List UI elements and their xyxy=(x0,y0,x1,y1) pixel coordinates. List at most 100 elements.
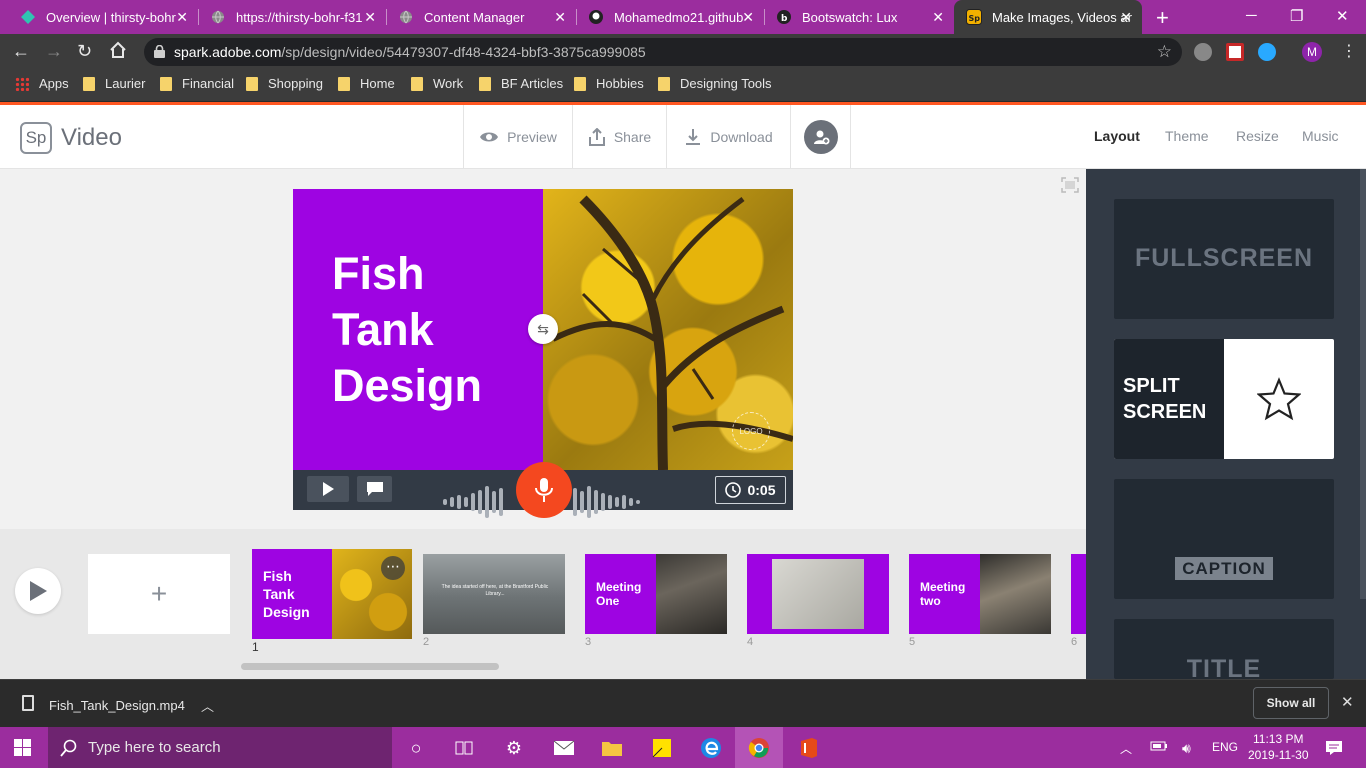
tab-music[interactable]: Music xyxy=(1302,128,1339,144)
invite-collaborator-button[interactable] xyxy=(790,105,851,169)
extension-icon[interactable] xyxy=(1226,43,1244,61)
search-icon xyxy=(60,739,77,757)
comment-button[interactable] xyxy=(357,476,392,502)
close-tab-icon[interactable]: ✕ xyxy=(742,9,754,26)
filmstrip-scrollbar[interactable] xyxy=(241,663,499,670)
show-all-button[interactable]: Show all xyxy=(1253,687,1329,719)
layout-fullscreen[interactable]: FULLSCREEN xyxy=(1114,199,1334,319)
profile-avatar[interactable]: M xyxy=(1302,42,1322,62)
volume-icon[interactable]: 🔊︎ xyxy=(1182,740,1191,757)
task-view-icon[interactable] xyxy=(452,736,476,760)
download-file-name[interactable]: Fish_Tank_Design.mp4 xyxy=(49,698,185,713)
tab-content-manager[interactable]: Content Manager ✕ xyxy=(386,0,576,34)
restore-icon[interactable]: ❐ xyxy=(1290,7,1303,25)
panel-scrollbar[interactable] xyxy=(1360,169,1366,599)
close-shelf-icon[interactable]: ✕ xyxy=(1341,693,1354,711)
slide-thumb[interactable]: The idea started off here, at the Brantf… xyxy=(423,554,565,634)
reload-icon[interactable]: ↻ xyxy=(77,41,92,61)
tab-theme[interactable]: Theme xyxy=(1165,128,1209,144)
taskbar-search[interactable]: Type here to search xyxy=(48,727,392,768)
tab-thirsty-bohr[interactable]: https://thirsty-bohr-f31 ✕ xyxy=(198,0,386,34)
battery-icon[interactable] xyxy=(1150,740,1168,755)
close-tab-icon[interactable]: ✕ xyxy=(364,9,376,26)
minimize-icon[interactable]: ─ xyxy=(1246,7,1257,24)
tab-bootswatch[interactable]: b Bootswatch: Lux ✕ xyxy=(764,0,954,34)
back-icon[interactable]: ← xyxy=(12,41,30,61)
slide-thumb[interactable]: Meeting two xyxy=(909,554,1051,634)
record-voice-button[interactable] xyxy=(516,462,572,518)
office-icon[interactable] xyxy=(797,736,821,760)
slide-text-panel[interactable]: Fish Tank Design xyxy=(293,189,543,470)
close-tab-icon[interactable]: ✕ xyxy=(176,9,188,26)
windows-start-icon[interactable] xyxy=(14,739,31,756)
edge-icon[interactable] xyxy=(699,736,723,760)
bookmark-designing-tools[interactable]: Designing Tools xyxy=(658,76,772,91)
extension-icon[interactable] xyxy=(1194,43,1212,61)
swap-layout-icon[interactable]: ⇆ xyxy=(528,314,558,344)
download-button[interactable]: Download xyxy=(666,105,790,169)
file-explorer-icon[interactable] xyxy=(600,736,624,760)
spark-logo[interactable]: Sp xyxy=(20,122,52,154)
add-slide-button[interactable]: + xyxy=(88,554,230,634)
slide-duration-button[interactable]: 0:05 xyxy=(715,476,786,504)
mail-icon[interactable] xyxy=(552,736,576,760)
share-button[interactable]: Share xyxy=(572,105,666,169)
logo-placeholder[interactable]: LOGO xyxy=(732,412,770,450)
layout-title[interactable]: TITLE xyxy=(1114,619,1334,679)
preview-button[interactable]: Preview xyxy=(463,105,572,169)
lock-icon[interactable] xyxy=(154,44,165,63)
bookmark-shopping[interactable]: Shopping xyxy=(246,76,323,91)
chevron-up-icon[interactable]: ︿ xyxy=(1120,740,1132,757)
bookmark-home[interactable]: Home xyxy=(338,76,395,91)
folder-icon xyxy=(574,76,586,91)
clock[interactable]: 11:13 PM 2019-11-30 xyxy=(1248,731,1309,763)
fullscreen-icon[interactable] xyxy=(1061,177,1079,198)
clock-time: 11:13 PM xyxy=(1253,732,1304,746)
tab-layout[interactable]: Layout xyxy=(1094,128,1140,144)
thumb-number: 5 xyxy=(909,636,916,648)
layout-caption[interactable]: CAPTION xyxy=(1114,479,1334,599)
bookmark-star-icon[interactable]: ☆ xyxy=(1157,42,1172,62)
tab-resize[interactable]: Resize xyxy=(1236,128,1279,144)
close-window-icon[interactable]: ✕ xyxy=(1336,7,1349,25)
slide-thumb[interactable] xyxy=(747,554,889,634)
close-tab-icon[interactable]: ✕ xyxy=(932,9,944,26)
clock-icon xyxy=(725,482,742,498)
settings-gear-icon[interactable]: ⚙ xyxy=(502,736,526,760)
bookmark-hobbies[interactable]: Hobbies xyxy=(574,76,644,91)
language-indicator[interactable]: ENG xyxy=(1212,740,1238,754)
bookmark-bf-articles[interactable]: BF Articles xyxy=(479,76,563,91)
slide-thumb[interactable] xyxy=(1071,554,1086,634)
forward-icon[interactable]: → xyxy=(45,41,63,61)
cortana-icon[interactable]: ○ xyxy=(404,736,428,760)
tab-overview[interactable]: Overview | thirsty-bohr ✕ xyxy=(8,0,198,34)
play-all-button[interactable] xyxy=(15,568,61,614)
close-tab-icon[interactable]: ✕ xyxy=(554,9,566,26)
tab-github[interactable]: Mohamedmo21.github ✕ xyxy=(576,0,764,34)
slide-thumb[interactable]: Fish Tank Design ⋯ xyxy=(252,549,412,639)
more-options-icon[interactable]: ⋯ xyxy=(381,556,405,580)
new-tab-button[interactable]: + xyxy=(1156,5,1169,31)
share-icon xyxy=(588,128,605,146)
bookmark-apps[interactable]: Apps xyxy=(15,76,69,91)
cloud-extension-icon[interactable] xyxy=(1258,43,1276,61)
bookmark-work[interactable]: Work xyxy=(411,76,463,91)
notifications-icon[interactable] xyxy=(1322,736,1346,760)
app-header: Sp Video Preview Share Download Layout T… xyxy=(0,105,1366,169)
slide-title-line: Fish xyxy=(332,248,425,299)
thumb-title: Meeting two xyxy=(920,580,966,608)
bookmark-financial[interactable]: Financial xyxy=(160,76,234,91)
tab-spark-active[interactable]: Sp Make Images, Videos ar ✕ xyxy=(954,0,1142,34)
menu-icon[interactable]: ⋮ xyxy=(1341,41,1357,61)
sticky-notes-icon[interactable] xyxy=(650,736,674,760)
close-tab-icon[interactable]: ✕ xyxy=(1120,9,1132,26)
chrome-taskbar-icon[interactable] xyxy=(735,727,783,768)
slide-title[interactable]: Fish Tank Design xyxy=(332,246,482,414)
bookmark-laurier[interactable]: Laurier xyxy=(83,76,145,91)
home-icon[interactable] xyxy=(109,41,127,63)
play-button[interactable] xyxy=(307,476,349,502)
chevron-up-icon[interactable]: ︿ xyxy=(201,696,214,715)
slide-thumb[interactable]: Meeting One xyxy=(585,554,727,634)
layout-split-screen[interactable]: SPLIT SCREEN xyxy=(1114,339,1334,459)
address-bar[interactable]: spark.adobe.com/sp/design/video/54479307… xyxy=(144,38,1182,66)
